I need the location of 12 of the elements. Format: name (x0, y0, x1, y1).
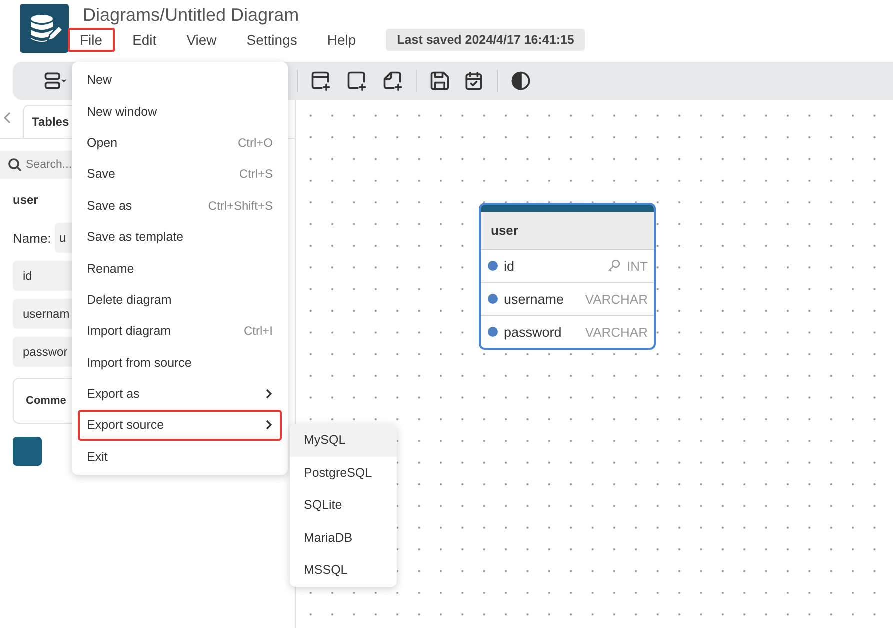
field-name: username (504, 292, 566, 306)
field-type: VARCHAR (585, 324, 648, 340)
field-name: id (504, 258, 516, 274)
table-name: user (13, 193, 38, 207)
field-type: INT (627, 258, 648, 274)
table-title: user (491, 223, 518, 238)
window-title: Diagrams/Untitled Diagram (83, 5, 300, 26)
last-saved-badge: Last saved 2024/4/17 16:41:15 (386, 29, 586, 51)
field-name: password (504, 324, 563, 340)
field-type: VARCHAR (585, 292, 648, 306)
name-label: Name: (13, 230, 52, 246)
comment-label: Comme (26, 395, 66, 407)
